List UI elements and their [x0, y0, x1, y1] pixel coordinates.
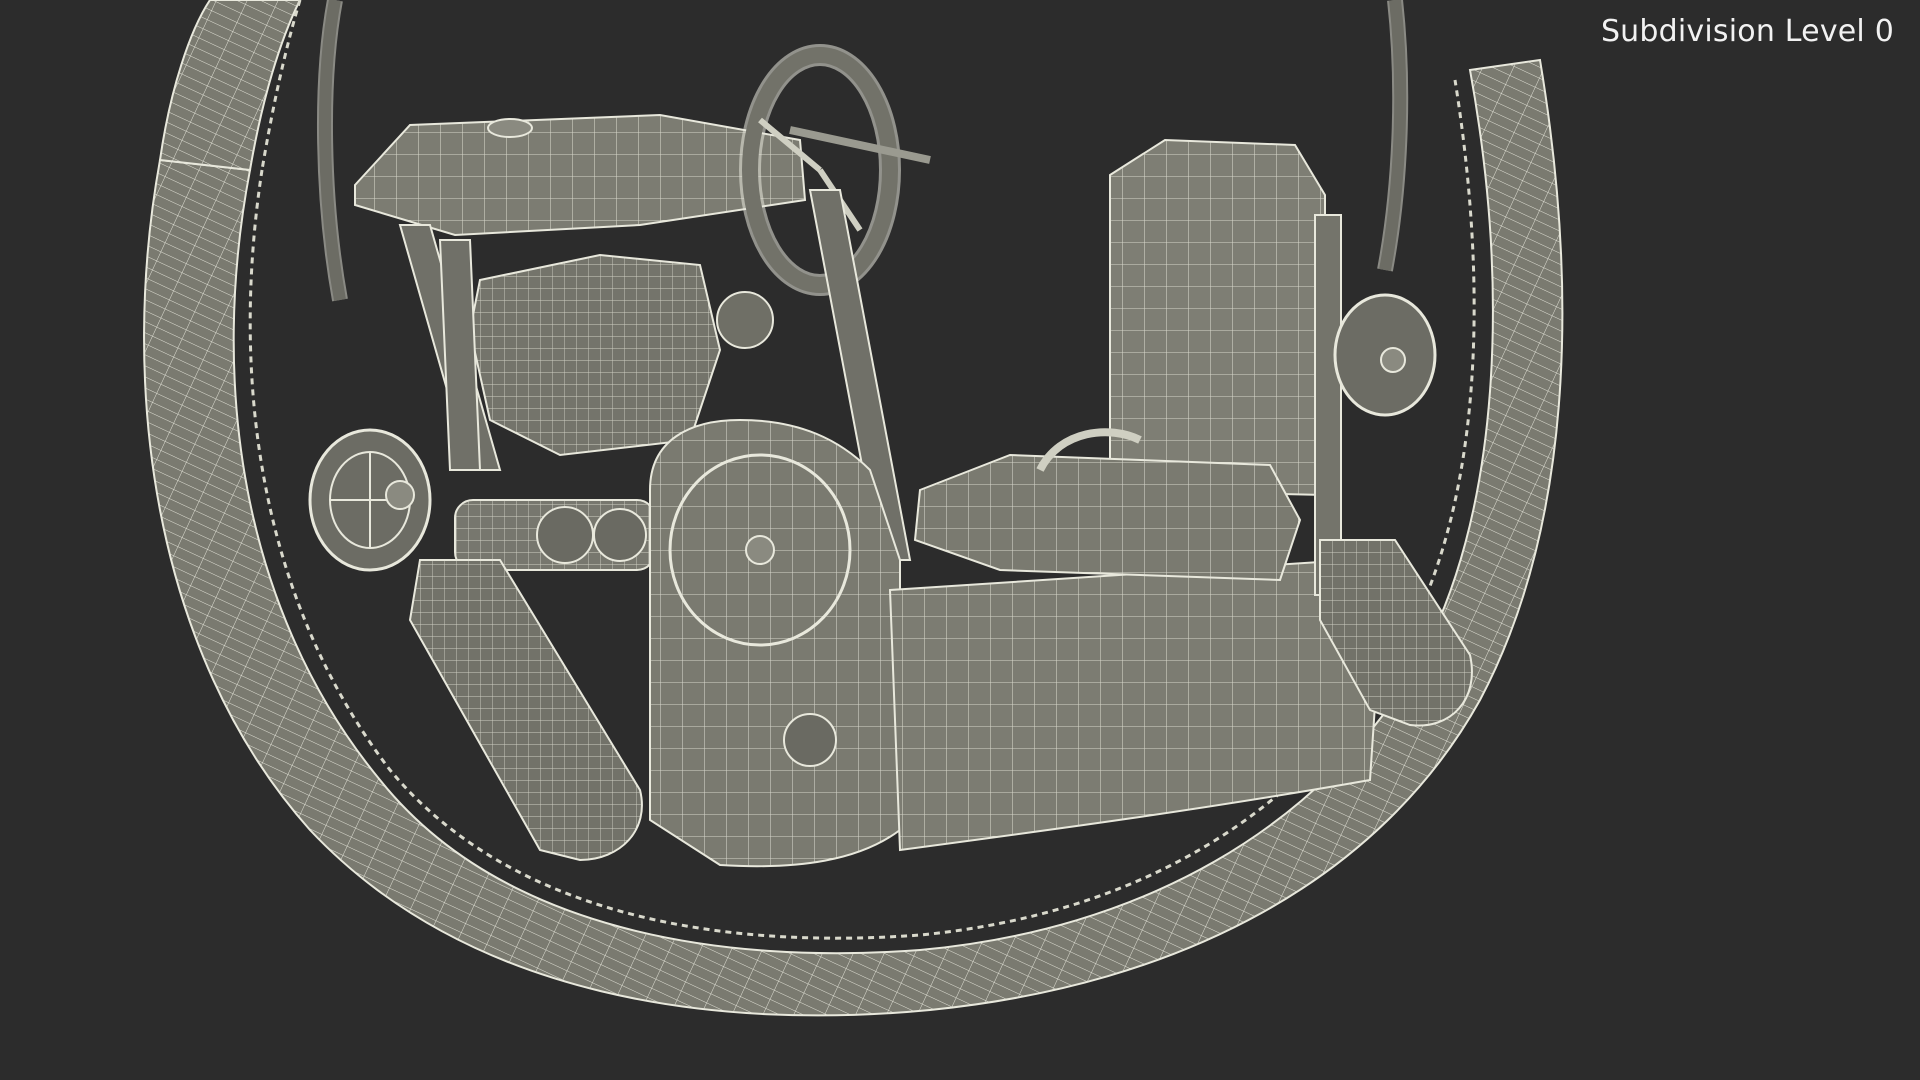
gear-housing	[649, 418, 901, 868]
right-hub-gear	[1314, 214, 1437, 596]
seat	[913, 138, 1326, 582]
fuel-tank	[354, 113, 807, 237]
subdivision-level-label: Subdivision Level 0	[1600, 14, 1894, 49]
render-viewport: Subdivision Level 0	[0, 0, 1920, 1080]
left-swing-arm	[408, 559, 643, 862]
wireframe-render	[143, 0, 1564, 1017]
left-hub-gear	[308, 428, 432, 572]
